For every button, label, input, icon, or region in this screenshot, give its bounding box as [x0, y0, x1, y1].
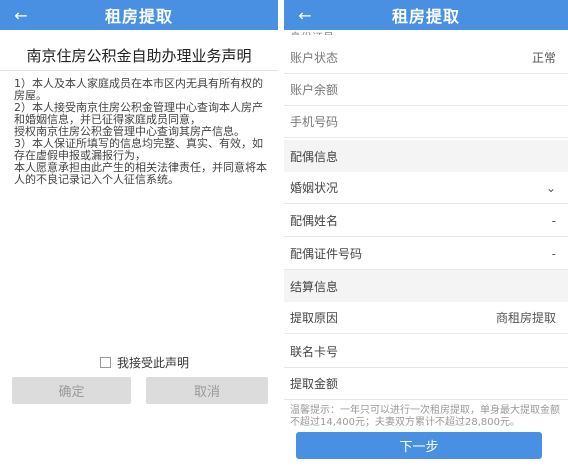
field-value: 商租房提取	[495, 311, 556, 325]
back-arrow-icon[interactable]: ←	[12, 4, 30, 26]
spouse-id-number-field[interactable]: 配偶证件号码 -	[284, 238, 568, 270]
marital-status-select[interactable]: 婚姻状况 ⌄	[284, 172, 568, 204]
field-value: -	[551, 246, 556, 261]
field-label: 账户状态	[290, 51, 339, 65]
field-label: 手机号码	[290, 115, 339, 129]
agree-checkbox[interactable]	[100, 357, 111, 368]
cancel-button[interactable]: 取消	[146, 377, 268, 404]
app-bar: ← 租房提取	[284, 0, 568, 30]
app-bar: ← 租房提取	[0, 0, 278, 30]
field-label: 提取金额	[290, 377, 339, 391]
spouse-name-field[interactable]: 配偶姓名 -	[284, 205, 568, 237]
section-header-spouse: 配偶信息	[284, 140, 568, 172]
page-title: 租房提取	[104, 7, 173, 26]
next-step-button[interactable]: 下一步	[296, 432, 542, 459]
declaration-title: 南京住房公积金自助办理业务声明	[26, 47, 252, 65]
declaration-paragraph: 2）本人接受南京住房公积金管理中心查询本人房产和婚姻信息，并已征得家庭成员同意，	[14, 101, 263, 126]
field-value: 正常	[531, 51, 556, 65]
declaration-paragraph: 1）本人及本人家庭成员在本市区内无具有所有权的房屋。	[14, 77, 263, 102]
withdrawal-amount-field[interactable]: 提取金额	[284, 368, 568, 400]
page-title: 租房提取	[391, 7, 460, 26]
phone-number-row: 手机号码	[284, 106, 568, 138]
account-balance-row: 账户余额	[284, 74, 568, 106]
declaration-body: 1）本人及本人家庭成员在本市区内无具有所有权的房屋。 2）本人接受南京住房公积金…	[14, 78, 270, 186]
section-header-settlement: 结算信息	[284, 270, 568, 302]
field-label: 账户余额	[290, 83, 339, 97]
field-label: 配偶姓名	[290, 214, 339, 228]
field-value: -	[551, 213, 556, 228]
field-label: 提取原因	[290, 311, 339, 325]
field-label: 婚姻状况	[290, 181, 339, 195]
account-status-row: 账户状态 正常	[284, 42, 568, 74]
declaration-screen: ← 租房提取 南京住房公积金自助办理业务声明 1）本人及本人家庭成员在本市区内无…	[0, 0, 278, 470]
rent-withdrawal-form-screen: 身份证号 ← 租房提取 账户状态 正常 账户余额 手机号码 配偶信息 婚姻状况 …	[284, 0, 568, 470]
withdrawal-reason-field[interactable]: 提取原因 商租房提取	[284, 302, 568, 334]
agree-label: 我接受此声明	[117, 356, 190, 370]
field-label: 配偶证件号码	[290, 247, 363, 261]
agree-checkbox-row[interactable]: 我接受此声明	[100, 354, 189, 371]
chevron-down-icon[interactable]: ⌄	[546, 181, 556, 195]
back-arrow-icon[interactable]: ←	[296, 4, 314, 26]
joint-card-number-field[interactable]: 联名卡号	[284, 336, 568, 368]
declaration-paragraph: 3）本人保证所填写的信息均完整、真实、有效，如存在虚假申报或漏报行为，	[14, 137, 263, 162]
declaration-paragraph: 本人愿意承担由此产生的相关法律责任，并同意将本人的不良记录记入个人征信系统。	[14, 161, 267, 186]
field-label: 联名卡号	[290, 345, 339, 359]
reminder-note: 温馨提示：一年只可以进行一次租房提取，单身最大提取金额不超过14,400元；夫妻…	[290, 405, 560, 428]
confirm-button[interactable]: 确定	[12, 377, 131, 404]
divider	[0, 70, 278, 71]
